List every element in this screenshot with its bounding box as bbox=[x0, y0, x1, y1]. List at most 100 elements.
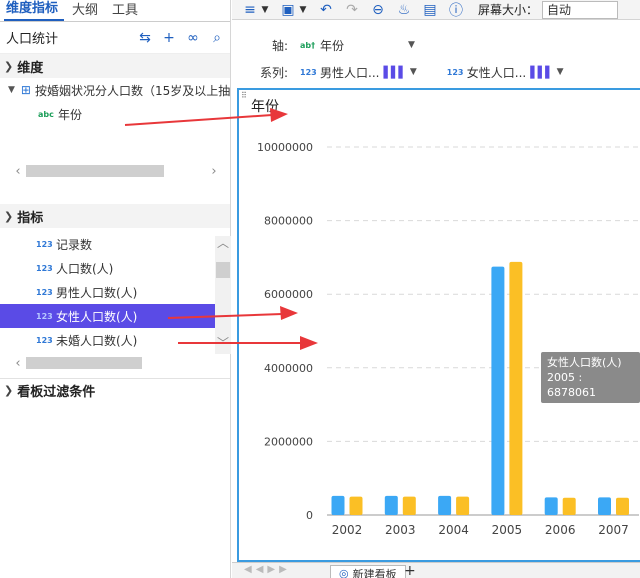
axis-label: 轴: bbox=[271, 38, 288, 53]
info-icon[interactable]: ⓘ bbox=[448, 0, 464, 20]
sheet-nav-icons[interactable]: ◀◀▶▶ bbox=[244, 564, 291, 575]
bar-female-2007[interactable] bbox=[616, 497, 629, 515]
search-icon[interactable]: ⌕ bbox=[210, 31, 224, 45]
indicator-item[interactable]: 123 未婚人口数(人) bbox=[0, 328, 230, 352]
tab-outline[interactable]: 大纲 bbox=[70, 0, 104, 21]
series-field-male[interactable]: 123 男性人口... ▌▌▌ ▼ bbox=[300, 64, 417, 81]
scroll-thumb[interactable] bbox=[26, 357, 142, 369]
x-tick-label: 2007 bbox=[598, 523, 629, 537]
indicator-label: 女性人口数(人) bbox=[56, 309, 138, 324]
bar-male-2003[interactable] bbox=[384, 495, 398, 515]
collapse-chevron-icon[interactable]: ❯ bbox=[4, 210, 13, 223]
tab-tools[interactable]: 工具 bbox=[110, 0, 144, 21]
indicator-item[interactable]: 123 男性人口数(人) bbox=[0, 280, 230, 304]
menu-dropdown-icon[interactable]: ▼ bbox=[260, 5, 270, 15]
indicator-list: 123 记录数 123 人口数(人) 123 男性人口数(人) 123 女性人口… bbox=[0, 228, 231, 378]
series-field-label: 男性人口... bbox=[320, 65, 380, 80]
scroll-up-icon[interactable]: ︿ bbox=[215, 236, 231, 250]
axis-field-label: 年份 bbox=[320, 38, 345, 53]
dashboard-icon: ◎ bbox=[339, 567, 349, 578]
bar-male-2006[interactable] bbox=[544, 497, 558, 515]
screen-size-label: 屏幕大小： bbox=[478, 3, 539, 17]
indicator-vscrollbar[interactable]: ︿ ﹀ bbox=[215, 236, 231, 354]
dimension-section-header[interactable]: ❯ 维度 bbox=[0, 54, 230, 78]
chart-widget[interactable]: ⠿ 年份 0 2000000 4000000 6000000 8000000 100000… bbox=[237, 88, 640, 562]
scroll-down-icon[interactable]: ﹀ bbox=[215, 336, 231, 350]
switch-dataset-icon[interactable]: ⇆ bbox=[138, 31, 152, 45]
sheet-tab-bar: ◀◀▶▶ ◎ 新建看板 + bbox=[232, 562, 640, 578]
dropdown-arrow-icon[interactable]: ▼ bbox=[410, 67, 417, 77]
indicator-section-header[interactable]: ❯ 指标 bbox=[0, 204, 230, 228]
axis-field[interactable]: ab† 年份 ▼ bbox=[300, 37, 415, 54]
sheet-tab[interactable]: ◎ 新建看板 bbox=[330, 565, 406, 578]
left-panel: 维度指标 大纲 工具 人口统计 ⇆ + ∞ ⌕ ❯ 维度 ▼ ⊞ 按婚姻状况分人… bbox=[0, 0, 231, 578]
dropdown-arrow-icon[interactable]: ▼ bbox=[408, 40, 415, 50]
bar-female-2005[interactable] bbox=[509, 261, 523, 515]
bar-male-2004[interactable] bbox=[438, 495, 452, 515]
link-icon[interactable]: ⊖ bbox=[370, 2, 386, 18]
menu-icon[interactable]: ≡ bbox=[242, 2, 258, 18]
table-name: 按婚姻状况分人口数（15岁及以上抽样 bbox=[34, 83, 230, 98]
bar-female-2004[interactable] bbox=[456, 496, 470, 515]
bar-male-2005[interactable] bbox=[491, 266, 505, 515]
bar-chart-icon[interactable]: ▌▌▌ bbox=[383, 66, 406, 79]
add-icon[interactable]: + bbox=[162, 31, 176, 45]
alert-icon[interactable]: ♨ bbox=[396, 2, 412, 18]
indicator-label: 男性人口数(人) bbox=[56, 285, 138, 300]
dropdown-arrow-icon[interactable]: ▼ bbox=[557, 67, 564, 77]
y-tick-label: 2000000 bbox=[264, 435, 313, 448]
scroll-thumb[interactable] bbox=[26, 165, 164, 177]
indicator-hscrollbar[interactable]: ‹ bbox=[10, 356, 214, 371]
bar-male-2007[interactable] bbox=[598, 497, 611, 515]
collapse-chevron-icon[interactable]: ❯ bbox=[4, 384, 13, 397]
y-tick-label: 6000000 bbox=[264, 288, 313, 301]
scroll-right-icon[interactable]: › bbox=[206, 164, 222, 179]
collapse-chevron-icon[interactable]: ❯ bbox=[4, 60, 13, 73]
bar-female-2002[interactable] bbox=[349, 496, 363, 515]
indicator-item-selected[interactable]: 123 女性人口数(人) bbox=[0, 304, 215, 328]
table-icon: ⊞ bbox=[20, 83, 31, 97]
left-tabs: 维度指标 大纲 工具 bbox=[0, 0, 230, 22]
toolbar: ≡ ▼ ▣ ▼ ↶ ↷ ⊖ ♨ ▤ ⓘ 屏幕大小： 自动 bbox=[232, 0, 640, 20]
filter-section-header[interactable]: ❯ 看板过滤条件 bbox=[0, 378, 230, 402]
tab-dimension-indicator[interactable]: 维度指标 bbox=[4, 0, 65, 21]
scroll-left-icon[interactable]: ‹ bbox=[10, 164, 26, 179]
bar-chart-icon[interactable]: ▌▌▌ bbox=[530, 66, 553, 79]
y-tick-label: 4000000 bbox=[264, 362, 313, 375]
tooltip-series: 女性人口数(人) bbox=[547, 356, 622, 369]
string-type-icon: ab† bbox=[300, 40, 316, 50]
link-icon[interactable]: ∞ bbox=[186, 31, 200, 45]
save-icon[interactable]: ▣ bbox=[280, 2, 296, 18]
tree-field-year[interactable]: abc 年份 bbox=[0, 102, 230, 126]
scroll-thumb[interactable] bbox=[216, 262, 230, 278]
x-tick-label: 2003 bbox=[385, 523, 416, 537]
indicator-item[interactable]: 123 记录数 bbox=[0, 232, 230, 256]
series-row: 系列: 123 男性人口... ▌▌▌ ▼ 123 女性人口... ▌▌▌ ▼ bbox=[232, 62, 594, 82]
y-tick-label: 10000000 bbox=[257, 141, 313, 154]
undo-icon[interactable]: ↶ bbox=[318, 2, 334, 18]
indicator-item[interactable]: 123 人口数(人) bbox=[0, 256, 230, 280]
scroll-left-icon[interactable]: ‹ bbox=[10, 356, 26, 371]
tooltip-value: 2005 : 6878061 bbox=[547, 371, 596, 399]
redo-icon[interactable]: ↷ bbox=[344, 2, 360, 18]
x-tick-label: 2004 bbox=[438, 523, 469, 537]
number-type-icon: 123 bbox=[36, 335, 53, 345]
dimension-hscrollbar[interactable]: ‹ › bbox=[10, 164, 222, 179]
chart-tooltip: 女性人口数(人) 2005 : 6878061 bbox=[541, 352, 640, 403]
x-tick-label: 2005 bbox=[492, 523, 523, 537]
series-field-female[interactable]: 123 女性人口... ▌▌▌ ▼ bbox=[447, 64, 564, 81]
bar-female-2003[interactable] bbox=[402, 496, 416, 515]
bar-female-2006[interactable] bbox=[562, 497, 576, 515]
bar-male-2002[interactable] bbox=[331, 495, 345, 515]
number-type-icon: 123 bbox=[36, 239, 53, 249]
save-dropdown-icon[interactable]: ▼ bbox=[298, 5, 308, 15]
add-sheet-icon[interactable]: + bbox=[404, 563, 416, 578]
tree-table-node[interactable]: ▼ ⊞ 按婚姻状况分人口数（15岁及以上抽样 bbox=[0, 78, 230, 102]
bar-chart: 0 2000000 4000000 6000000 8000000 10000000 200… bbox=[257, 141, 639, 537]
screen-size-select[interactable]: 自动 bbox=[542, 0, 619, 19]
app-window: 维度指标 大纲 工具 人口统计 ⇆ + ∞ ⌕ ❯ 维度 ▼ ⊞ 按婚姻状况分人… bbox=[0, 0, 640, 578]
view-icon[interactable]: ▤ bbox=[422, 2, 438, 18]
expand-triangle-icon[interactable]: ▼ bbox=[8, 85, 15, 95]
dataset-header: 人口统计 ⇆ + ∞ ⌕ bbox=[0, 22, 230, 54]
indicator-section-title: 指标 bbox=[17, 210, 44, 226]
